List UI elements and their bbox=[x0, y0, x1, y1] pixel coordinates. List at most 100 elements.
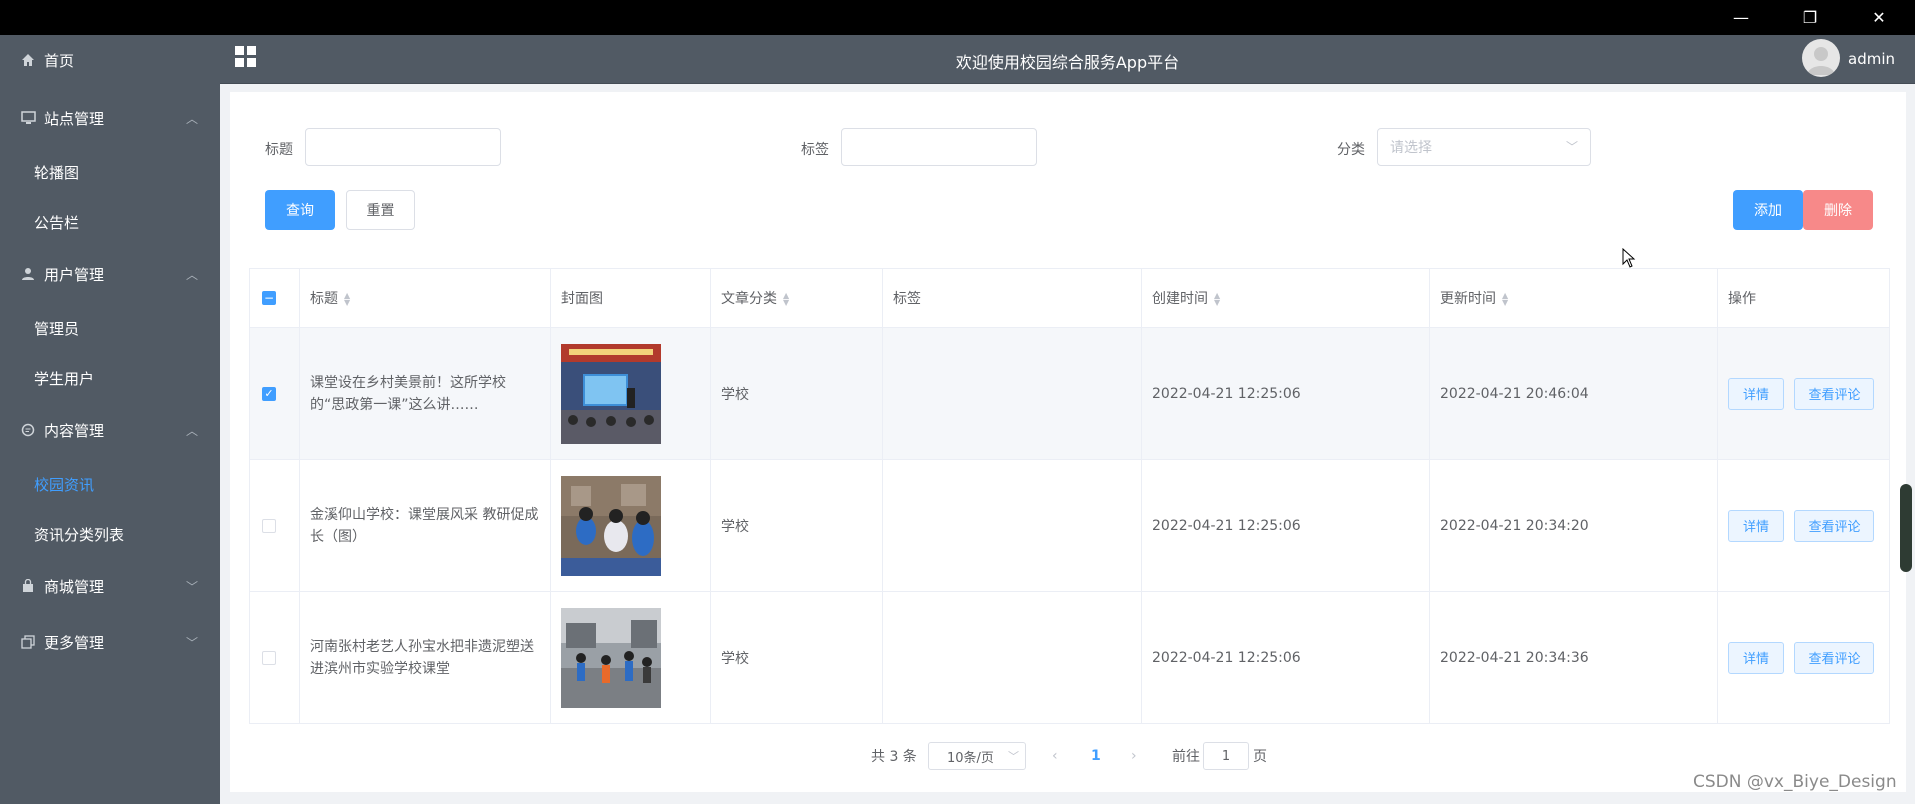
cover-image-classroom bbox=[561, 343, 661, 444]
column-header-created[interactable]: 创建时间 ▲ ▼ bbox=[1141, 268, 1430, 328]
detail-button[interactable]: 详情 bbox=[1728, 377, 1784, 410]
title-filter-label: 标题 bbox=[265, 142, 293, 158]
sidebar-item-notice[interactable]: 公告栏 bbox=[0, 197, 220, 247]
column-header-label: 封面图 bbox=[561, 291, 603, 307]
category-select-placeholder: 请选择 bbox=[1390, 140, 1432, 156]
news-category: 学校 bbox=[710, 591, 883, 724]
table-row[interactable]: ✓ 课堂设在乡村美景前！这所学校的“思政第一课”这么讲…… 学校 2022-04… bbox=[249, 327, 1890, 460]
window-titlebar: — ❐ ✕ bbox=[0, 0, 1915, 35]
sidebar: 首页 站点管理 ︿ 轮播图 公告栏 用户管理 ︿ 管理员 学生用户 内容管理 ︿… bbox=[0, 35, 220, 804]
sidebar-item-campus-news[interactable]: 校园资讯 bbox=[0, 459, 220, 509]
row-checkbox[interactable]: ✓ bbox=[262, 386, 276, 401]
restore-icon[interactable]: ❐ bbox=[1782, 0, 1838, 35]
sidebar-item-label: 轮播图 bbox=[34, 163, 80, 182]
reset-button[interactable]: 重置 bbox=[346, 190, 415, 230]
chevron-down-icon: ﹀ bbox=[185, 636, 198, 650]
sort-icon[interactable]: ▲ ▼ bbox=[344, 292, 352, 307]
sidebar-item-home[interactable]: 首页 bbox=[0, 35, 220, 85]
chevron-up-icon: ︿ bbox=[185, 112, 198, 126]
sort-icon[interactable]: ▲ ▼ bbox=[1214, 292, 1222, 307]
chevron-down-icon: ﹀ bbox=[1008, 750, 1019, 763]
news-tag bbox=[882, 591, 1142, 724]
news-category: 学校 bbox=[710, 459, 883, 592]
page-number-current[interactable]: 1 bbox=[1091, 742, 1101, 770]
tag-filter-input[interactable] bbox=[841, 128, 1037, 166]
created-time: 2022-04-21 12:25:06 bbox=[1141, 459, 1430, 592]
sidebar-item-shop-management[interactable]: 商城管理 ﹀ bbox=[0, 561, 220, 611]
updated-time: 2022-04-21 20:34:20 bbox=[1429, 459, 1718, 592]
view-comments-button[interactable]: 查看评论 bbox=[1794, 641, 1875, 674]
cover-image-outdoor bbox=[561, 607, 661, 708]
sidebar-item-more-management[interactable]: 更多管理 ﹀ bbox=[0, 617, 220, 667]
row-actions: 详情 查看评论 bbox=[1717, 327, 1890, 460]
detail-button[interactable]: 详情 bbox=[1728, 509, 1784, 542]
title-filter-input[interactable] bbox=[305, 128, 501, 166]
sidebar-item-site-management[interactable]: 站点管理 ︿ bbox=[0, 93, 220, 143]
add-button[interactable]: 添加 bbox=[1733, 190, 1803, 230]
sidebar-item-label: 更多管理 bbox=[44, 633, 105, 652]
query-button[interactable]: 查询 bbox=[265, 190, 335, 230]
chevron-down-icon: ﹀ bbox=[185, 580, 198, 594]
delete-button[interactable]: 删除 bbox=[1803, 190, 1873, 230]
column-header-label: 更新时间 bbox=[1440, 291, 1496, 307]
row-actions: 详情 查看评论 bbox=[1717, 591, 1890, 724]
sidebar-item-user-management[interactable]: 用户管理 ︿ bbox=[0, 249, 220, 299]
updated-time: 2022-04-21 20:34:36 bbox=[1429, 591, 1718, 724]
sidebar-item-label: 商城管理 bbox=[44, 577, 105, 596]
category-select[interactable]: 请选择 ﹀ bbox=[1377, 128, 1591, 166]
chevron-down-icon: ﹀ bbox=[1565, 140, 1578, 154]
column-header-title[interactable]: 标题 ▲ ▼ bbox=[299, 268, 551, 328]
row-checkbox[interactable] bbox=[262, 650, 276, 665]
page-size-select[interactable]: 10条/页 ﹀ bbox=[928, 742, 1026, 770]
cover-image-students bbox=[561, 475, 661, 576]
sidebar-item-label: 资讯分类列表 bbox=[34, 525, 125, 544]
chevron-up-icon: ︿ bbox=[185, 268, 198, 282]
sidebar-item-students[interactable]: 学生用户 bbox=[0, 353, 220, 403]
sidebar-item-label: 公告栏 bbox=[34, 213, 80, 232]
cover-image bbox=[550, 459, 711, 592]
sidebar-item-carousel[interactable]: 轮播图 bbox=[0, 147, 220, 197]
column-header-label: 创建时间 bbox=[1152, 291, 1208, 307]
page-title: 欢迎使用校园综合服务App平台 bbox=[955, 53, 1180, 72]
username[interactable]: admin bbox=[1848, 50, 1895, 68]
table-row[interactable]: 河南张村老艺人孙宝水把非遗泥塑送进滨州市实验学校课堂 学校 2022-04-21… bbox=[249, 591, 1890, 724]
updated-time: 2022-04-21 20:46:04 bbox=[1429, 327, 1718, 460]
monitor-icon bbox=[20, 110, 36, 126]
column-header-updated[interactable]: 更新时间 ▲ ▼ bbox=[1429, 268, 1718, 328]
view-comments-button[interactable]: 查看评论 bbox=[1794, 509, 1875, 542]
sidebar-item-label: 学生用户 bbox=[34, 369, 95, 388]
row-actions: 详情 查看评论 bbox=[1717, 459, 1890, 592]
news-table: − 标题 ▲ ▼ 封面图 文章分类 ▲ ▼ 标签 创建时间 ▲ ▼ 更新时间 ▲ ▼ 操作 ✓ … bbox=[249, 268, 1890, 724]
row-checkbox[interactable] bbox=[262, 518, 276, 533]
user-icon bbox=[20, 266, 36, 282]
minimize-icon[interactable]: — bbox=[1713, 0, 1769, 35]
view-comments-button[interactable]: 查看评论 bbox=[1794, 377, 1875, 410]
news-category: 学校 bbox=[710, 327, 883, 460]
sidebar-item-news-categories[interactable]: 资讯分类列表 bbox=[0, 509, 220, 559]
detail-button[interactable]: 详情 bbox=[1728, 641, 1784, 674]
sort-icon[interactable]: ▲ ▼ bbox=[1502, 292, 1510, 307]
prev-page-icon[interactable]: ‹ bbox=[1052, 742, 1058, 770]
scrollbar-thumb[interactable] bbox=[1900, 484, 1912, 572]
table-row[interactable]: 金溪仰山学校：课堂展风采 教研促成长（图） 学校 2022-04-21 12:2… bbox=[249, 459, 1890, 592]
sidebar-item-admins[interactable]: 管理员 bbox=[0, 303, 220, 353]
category-filter-label: 分类 bbox=[1337, 142, 1365, 158]
cover-image bbox=[550, 327, 711, 460]
avatar[interactable] bbox=[1802, 39, 1840, 77]
next-page-icon[interactable]: › bbox=[1131, 742, 1137, 770]
sidebar-item-label: 首页 bbox=[44, 51, 75, 70]
select-all-checkbox[interactable]: − bbox=[262, 291, 276, 305]
column-header-label: 文章分类 bbox=[721, 291, 777, 307]
select-all-cell[interactable]: − bbox=[249, 268, 300, 328]
sidebar-item-content-management[interactable]: 内容管理 ︿ bbox=[0, 405, 220, 455]
column-header-category[interactable]: 文章分类 ▲ ▼ bbox=[710, 268, 883, 328]
table-header-row: − 标题 ▲ ▼ 封面图 文章分类 ▲ ▼ 标签 创建时间 ▲ ▼ 更新时间 ▲ ▼ 操作 bbox=[249, 268, 1890, 328]
page-size-value: 10条/页 bbox=[947, 750, 994, 766]
sort-icon[interactable]: ▲ ▼ bbox=[783, 292, 791, 307]
sidebar-item-label: 内容管理 bbox=[44, 421, 105, 440]
created-time: 2022-04-21 12:25:06 bbox=[1141, 327, 1430, 460]
home-icon bbox=[20, 52, 36, 68]
sidebar-item-label: 校园资讯 bbox=[34, 475, 95, 494]
close-icon[interactable]: ✕ bbox=[1851, 0, 1907, 35]
goto-page-input[interactable]: 1 bbox=[1203, 742, 1249, 770]
